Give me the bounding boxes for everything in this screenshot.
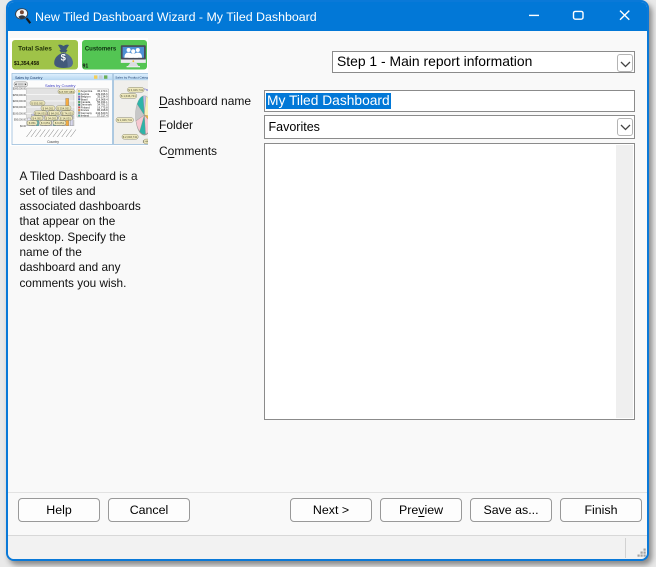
- svg-text:Customers: Customers: [85, 47, 117, 53]
- svg-text:$ 3,046,741: $ 3,046,741: [128, 88, 143, 92]
- svg-text:Sales by Country: Sales by Country: [45, 83, 75, 88]
- svg-text:$ 1,646,741: $ 1,646,741: [121, 94, 136, 98]
- svg-text:$150,000.00: $150,000.00: [13, 106, 27, 109]
- svg-text:$250,000.00: $250,000.00: [13, 94, 27, 97]
- svg-text:$ 94,051: $ 94,051: [35, 111, 46, 115]
- svg-text:$ 64,051: $ 64,051: [43, 106, 54, 110]
- svg-text:$1,354,458: $1,354,458: [14, 61, 39, 67]
- svg-text:$ 441,741: $ 441,741: [143, 140, 148, 144]
- svg-text:91: 91: [83, 63, 89, 69]
- svg-text:$ 74,051: $ 74,051: [62, 111, 73, 115]
- svg-text:$ 3,051: $ 3,051: [41, 121, 51, 125]
- svg-text:$50,000.00: $50,000.00: [14, 119, 27, 122]
- svg-text:$ 8,787,083: $ 8,787,083: [59, 90, 74, 94]
- svg-text:$ 84,051: $ 84,051: [49, 111, 60, 115]
- svg-text:$100,000.00: $100,000.00: [13, 112, 27, 115]
- svg-text:57,317.4: 57,317.4: [97, 114, 108, 118]
- svg-text:$: $: [61, 51, 67, 62]
- svg-text:$200,000.00: $200,000.00: [13, 100, 27, 103]
- svg-text:$300,000.00: $300,000.00: [13, 88, 27, 91]
- svg-text:$ 1,046,741: $ 1,046,741: [117, 118, 132, 122]
- svg-text:$ 555,051: $ 555,051: [31, 101, 44, 105]
- svg-text:$0.00: $0.00: [20, 125, 27, 128]
- svg-text:Ireland: Ireland: [81, 114, 90, 118]
- svg-text:Sales by Product Category: Sales by Product Category: [115, 76, 148, 80]
- svg-text:$ 4,051: $ 4,051: [32, 116, 42, 120]
- svg-text:$ 254,051: $ 254,051: [57, 106, 70, 110]
- svg-text:$ 2,046,741: $ 2,046,741: [123, 135, 138, 139]
- svg-text:$ 051: $ 051: [29, 121, 36, 125]
- svg-text:Country: Country: [47, 140, 59, 144]
- svg-text:Sales by Country: Sales by Country: [15, 76, 43, 80]
- svg-text:$ 34,051: $ 34,051: [46, 116, 57, 120]
- svg-text:$ 14,051: $ 14,051: [60, 116, 71, 120]
- svg-text:$ 9,051: $ 9,051: [55, 121, 65, 125]
- svg-text:Total Sales: Total Sales: [18, 46, 52, 53]
